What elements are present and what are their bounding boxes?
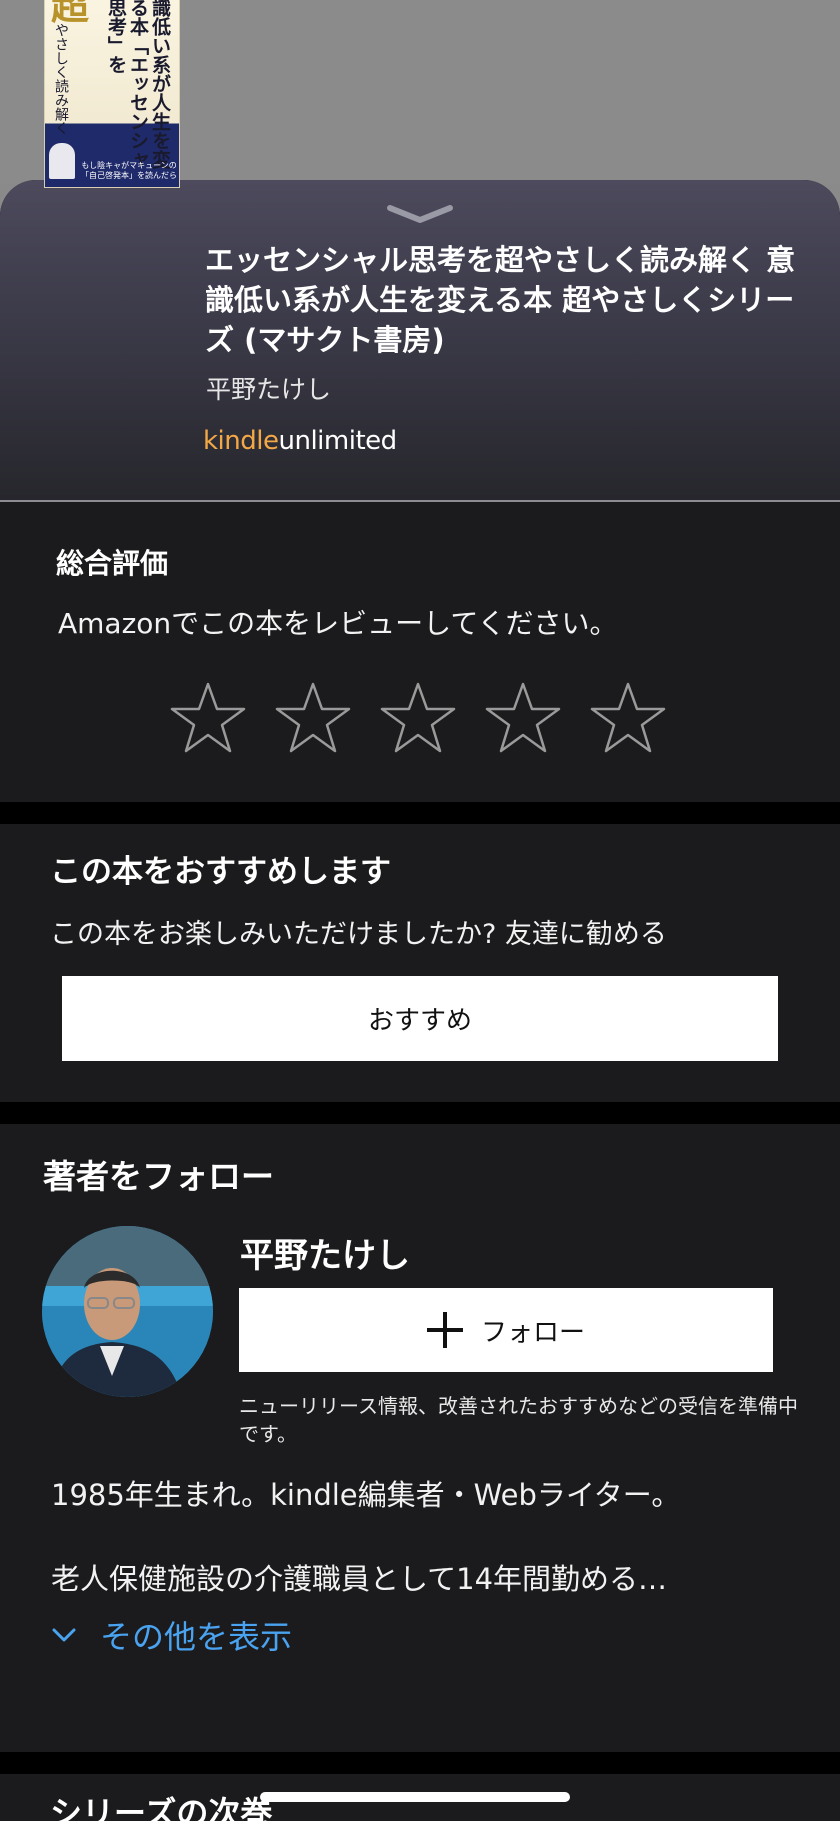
show-more-link[interactable]: その他を表示 — [50, 1612, 292, 1658]
star-icon-3[interactable] — [380, 680, 456, 756]
author-bio-line-2: 老人保健施設の介護職員として14年間勤める… — [51, 1562, 668, 1596]
cover-illustration — [49, 143, 75, 179]
cover-title-text: 意識低い系が人生を変える本「エッセンシャル思考」を — [105, 0, 171, 187]
recommend-title: この本をおすすめします — [50, 854, 391, 890]
unlimited-label: unlimited — [278, 426, 397, 456]
follow-note: ニューリリース情報、改善されたおすすめなどの受信を準備中です。 — [239, 1394, 798, 1446]
rating-title: 総合評価 — [56, 547, 169, 580]
sheet-header: エッセンシャル思考を超やさしく読み解く 意識低い系が人生を変える本 超やさしくシ… — [0, 180, 840, 502]
series-title: シリーズの次巻 — [50, 1794, 273, 1821]
follow-button-label: フォロー — [480, 1317, 585, 1348]
cover-sub-text: やさしく読み解く — [53, 23, 69, 135]
recommend-text: この本をお楽しみいただけましたか? 友達に勧める — [50, 919, 667, 950]
star-icon-5[interactable] — [590, 680, 666, 756]
kindle-unlimited-logo: kindleunlimited — [203, 426, 397, 456]
home-indicator[interactable] — [260, 1792, 570, 1802]
author-photo — [42, 1226, 213, 1397]
rating-card: 総合評価 Amazonでこの本をレビューしてください。 — [0, 502, 840, 802]
kindle-label: kindle — [203, 426, 279, 456]
author-name[interactable]: 平野たけし — [240, 1228, 410, 1277]
follow-author-card: 著者をフォロー 平野たけし フォロー ニューリリース情報、改善されたおすすめなど… — [0, 1124, 840, 1752]
show-more-label: その他を表示 — [100, 1618, 293, 1656]
rating-prompt: Amazonでこの本をレビューしてください。 — [58, 607, 618, 640]
book-title: エッセンシャル思考を超やさしく読み解く 意識低い系が人生を変える本 超やさしくシ… — [205, 243, 796, 357]
book-cover[interactable]: 超 意識低い系が人生を変える本「エッセンシャル思考」を やさしく読み解く もし陰… — [44, 0, 180, 188]
follow-title: 著者をフォロー — [43, 1157, 274, 1196]
chevron-down-icon[interactable] — [384, 202, 456, 226]
star-icon-2[interactable] — [275, 680, 351, 756]
star-icon-1[interactable] — [170, 680, 246, 756]
recommend-button[interactable]: おすすめ — [62, 976, 778, 1061]
star-icon-4[interactable] — [485, 680, 561, 756]
star-rating — [170, 680, 670, 760]
cover-band-text: もし陰キャがマキューンの「自己啓発本」を読んだら — [81, 161, 177, 180]
book-detail-sheet: エッセンシャル思考を超やさしく読み解く 意識低い系が人生を変える本 超やさしくシ… — [0, 180, 840, 1821]
plus-icon — [426, 1312, 463, 1348]
author-bio-line-1: 1985年生まれ。kindle編集者・Webライター。 — [51, 1478, 681, 1512]
chevron-down-icon — [52, 1628, 76, 1642]
recommend-card: この本をおすすめします この本をお楽しみいただけましたか? 友達に勧める おすす… — [0, 824, 840, 1102]
follow-button[interactable]: フォロー — [239, 1288, 773, 1372]
avatar[interactable] — [42, 1226, 213, 1397]
book-author[interactable]: 平野たけし — [206, 370, 331, 406]
